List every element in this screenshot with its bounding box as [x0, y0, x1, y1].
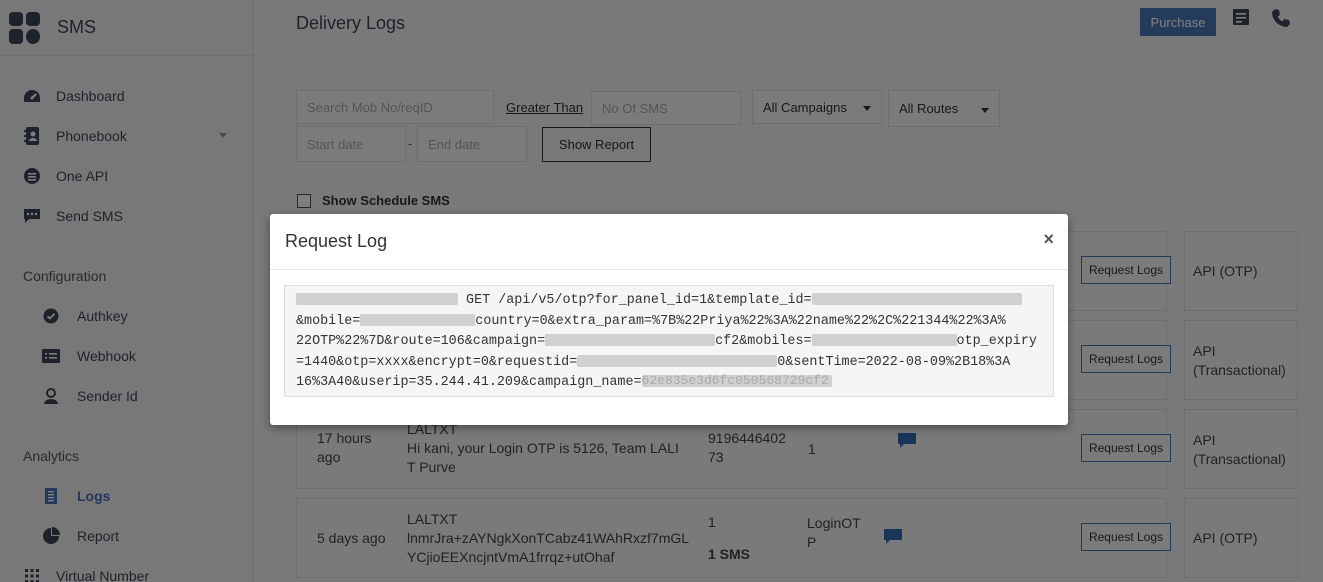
- redacted-block: [811, 293, 1022, 306]
- log-line: &mobile= country=0&extra_param=%7B%22Priy…: [296, 313, 1006, 329]
- redacted-block: 62e835e3d6fc050568729cf2: [641, 373, 832, 388]
- redacted-block: [577, 354, 778, 367]
- close-icon[interactable]: ×: [1043, 229, 1054, 250]
- redacted-block: [545, 334, 716, 347]
- log-line: 16%3A40&userip=35.244.41.209&campaign_na…: [296, 373, 1043, 394]
- redacted-block: [811, 334, 957, 347]
- log-line: GET /api/v5/otp?for_panel_id=1&template_…: [296, 291, 1043, 312]
- modal-title: Request Log: [285, 231, 388, 251]
- modal-header: Request Log: [270, 214, 1068, 270]
- request-log-modal: Request Log × GET /api/v5/otp?for_panel_…: [270, 214, 1068, 425]
- redacted-block: [296, 293, 458, 306]
- request-log-content: GET /api/v5/otp?for_panel_id=1&template_…: [284, 285, 1054, 397]
- log-line: 22OTP%22%7D&route=106&campaign= cf2&mobil…: [296, 334, 1037, 349]
- log-line: =1440&otp=xxxx&encrypt=0&requestid= 0&sen…: [296, 354, 1011, 370]
- redacted-block: [360, 313, 476, 326]
